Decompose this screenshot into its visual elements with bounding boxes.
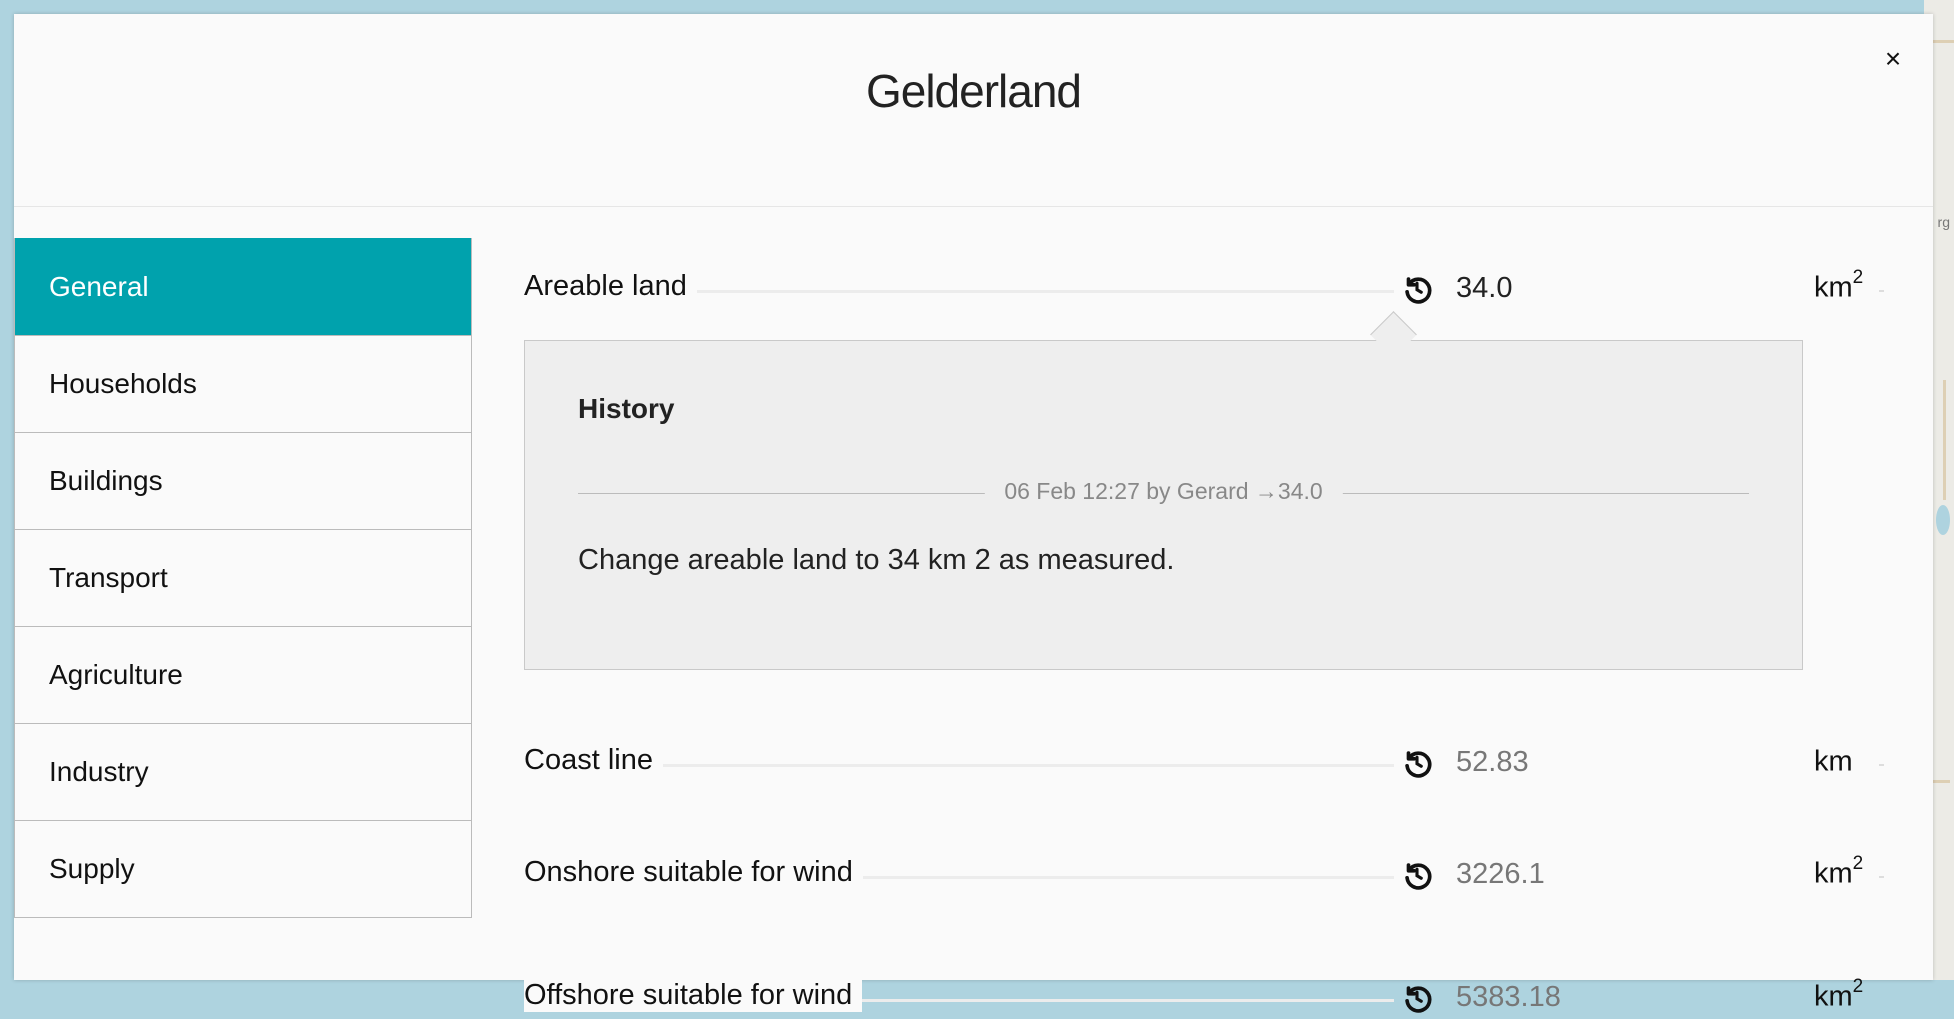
map-lake xyxy=(1936,505,1950,535)
row-value-input[interactable]: 3226.1 xyxy=(1456,858,1706,891)
row-unit: km2 xyxy=(1814,267,1864,304)
history-icon[interactable] xyxy=(1400,981,1434,1015)
row-unit: km2 xyxy=(1814,853,1864,890)
history-title: History xyxy=(578,393,675,424)
sidebar-item-industry[interactable]: Industry xyxy=(15,723,471,820)
close-button[interactable]: × xyxy=(1878,44,1908,74)
history-icon[interactable] xyxy=(1400,272,1434,306)
history-popover: History 06 Feb 12:27 by Gerard →34.0 Cha… xyxy=(524,311,1803,670)
row-unit: km xyxy=(1814,745,1853,778)
row-value-input[interactable]: 5383.18 xyxy=(1456,981,1706,1014)
row-label: Areable land xyxy=(524,270,697,303)
history-icon[interactable] xyxy=(1400,858,1434,892)
sidebar-item-households[interactable]: Households xyxy=(15,335,471,432)
sidebar-item-general[interactable]: General xyxy=(15,238,471,335)
modal-title: Gelderland xyxy=(865,65,1082,117)
map-label: rg xyxy=(1937,214,1950,230)
history-entry-meta: 06 Feb 12:27 by Gerard →34.0 xyxy=(984,478,1343,505)
map-road xyxy=(1930,40,1954,43)
row-label: Coast line xyxy=(524,744,663,777)
sidebar-item-buildings[interactable]: Buildings xyxy=(15,432,471,529)
sidebar-item-supply[interactable]: Supply xyxy=(15,820,471,917)
row-divider xyxy=(1879,876,1884,878)
row-divider xyxy=(1879,764,1884,766)
sidebar-item-transport[interactable]: Transport xyxy=(15,529,471,626)
modal-header: Gelderland × xyxy=(14,14,1933,207)
input-row-offshore-wind: Offshore suitable for wind 5383.18 km2 xyxy=(524,976,1889,1019)
row-label: Onshore suitable for wind xyxy=(524,856,863,889)
row-value-input[interactable]: 34.0 xyxy=(1456,272,1706,305)
sidebar-item-agriculture[interactable]: Agriculture xyxy=(15,626,471,723)
region-modal: Gelderland × General Households Building… xyxy=(14,14,1933,1013)
input-row-onshore-wind: Onshore suitable for wind 3226.1 km2 xyxy=(524,853,1889,896)
sidebar-nav: General Households Buildings Transport A… xyxy=(14,238,472,918)
map-road xyxy=(1930,780,1950,783)
row-unit: km2 xyxy=(1814,976,1864,1013)
history-icon[interactable] xyxy=(1400,746,1434,780)
map-road xyxy=(1943,380,1946,500)
input-row-areable-land: Areable land 34.0 km2 xyxy=(524,267,1889,310)
row-divider xyxy=(1879,290,1884,292)
input-row-coast-line: Coast line 52.83 km xyxy=(524,744,1889,784)
row-label: Offshore suitable for wind xyxy=(524,979,863,1012)
history-entry-text: Change areable land to 34 km 2 as measur… xyxy=(578,544,1175,576)
popover-arrow xyxy=(1370,311,1417,358)
row-value-input[interactable]: 52.83 xyxy=(1456,746,1706,779)
